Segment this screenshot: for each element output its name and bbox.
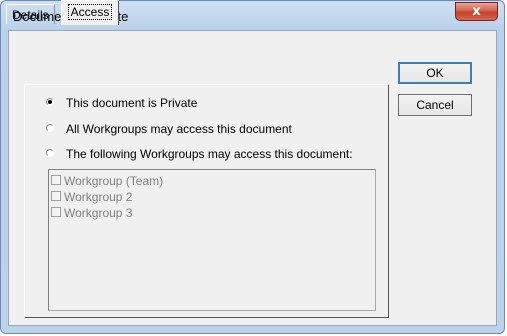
radio-all-workgroups-label[interactable]: All Workgroups may access this document: [66, 121, 292, 137]
checkbox: [51, 175, 61, 185]
radio-following-workgroups-label[interactable]: The following Workgroups may access this…: [66, 146, 353, 162]
workgroup-listbox[interactable]: Workgroup (Team) Workgroup 2 Workgroup 3: [48, 169, 376, 311]
checkbox: [51, 207, 61, 217]
radio-indicator[interactable]: [46, 149, 54, 157]
ok-button[interactable]: OK: [398, 62, 472, 84]
radio-indicator[interactable]: [46, 124, 54, 132]
workgroup-label: Workgroup (Team): [64, 174, 164, 188]
tab-details[interactable]: Details: [6, 4, 55, 24]
checkbox: [51, 191, 61, 201]
workgroup-label: Workgroup 2: [64, 190, 133, 204]
workgroup-label: Workgroup 3: [64, 206, 133, 220]
radio-indicator-selected[interactable]: [46, 98, 54, 106]
tab-access[interactable]: Access: [61, 0, 119, 25]
tab-details-label: Details: [12, 8, 49, 22]
close-button[interactable]: x: [455, 2, 498, 21]
tab-access-label: Access: [67, 4, 113, 20]
close-icon: x: [472, 4, 481, 19]
cancel-button[interactable]: Cancel: [398, 94, 472, 116]
radio-private-label[interactable]: This document is Private: [66, 95, 197, 111]
